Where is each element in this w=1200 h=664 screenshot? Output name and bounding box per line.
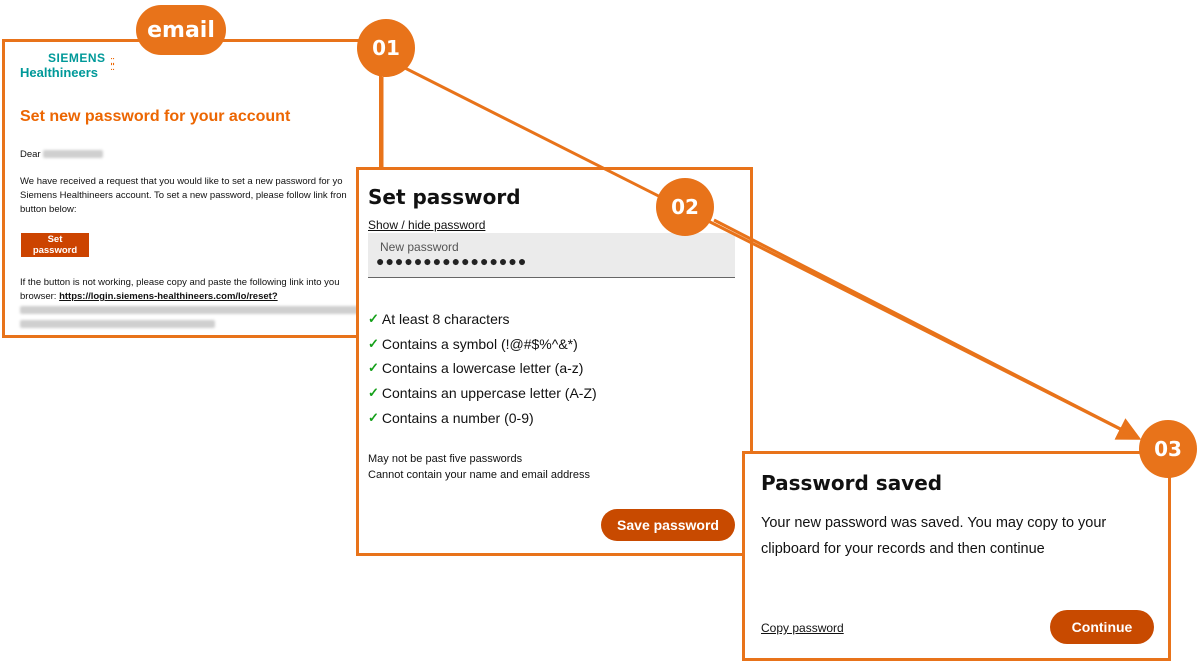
logo-healthineers-text: Healthineers (20, 65, 99, 80)
note-name-email: Cannot contain your name and email addre… (368, 469, 590, 481)
set-password-title: Set password (368, 185, 521, 209)
password-saved-title: Password saved (761, 471, 943, 495)
redacted-link-line1 (20, 304, 360, 318)
redacted-name (43, 150, 104, 159)
email-body-line3: button below: (20, 204, 77, 215)
check-icon: ✓ (368, 409, 379, 425)
password-saved-panel: Password saved Your new password was sav… (742, 451, 1171, 661)
greeting-text: Dear (20, 149, 41, 160)
new-password-value[interactable]: ●●●●●●●●●●●●●●●● (376, 253, 527, 269)
logo-siemens-text: SIEMENS (48, 51, 106, 65)
check-icon: ✓ (368, 335, 379, 351)
logo-dots-icon: :::: (110, 55, 115, 73)
continue-button[interactable]: Continue (1050, 610, 1154, 644)
check-icon: ✓ (368, 311, 379, 327)
email-link-line: browser: https://login.siemens-healthine… (20, 290, 278, 304)
new-password-field[interactable]: New password ●●●●●●●●●●●●●●●● (368, 233, 735, 278)
password-rules: ✓ At least 8 characters ✓ Contains a symbo… (368, 307, 597, 430)
email-title: Set new password for your account (20, 108, 291, 125)
email-tag: email (136, 5, 226, 55)
email-set-password-button[interactable]: Set password (21, 233, 89, 257)
redacted-link-line2 (20, 318, 215, 332)
rule-item: ✓ Contains a number (0-9) (368, 409, 534, 426)
step-badge-03: 03 (1139, 420, 1197, 478)
email-link-intro: If the button is not working, please cop… (20, 277, 340, 288)
check-icon: ✓ (368, 360, 379, 376)
email-body-line2: Siemens Healthineers account. To set a n… (20, 190, 347, 201)
note-past-passwords: May not be past five passwords (368, 453, 523, 465)
check-icon: ✓ (368, 385, 379, 401)
step-badge-02: 02 (656, 178, 714, 236)
email-greeting: Dear (20, 148, 104, 162)
rule-item: ✓ Contains a symbol (!@#$%^&*) (368, 335, 578, 352)
new-password-label: New password (380, 240, 459, 254)
reset-link[interactable]: https://login.siemens-healthineers.com/l… (59, 291, 278, 302)
step-badge-01: 01 (357, 19, 415, 77)
copy-password-link[interactable]: Copy password (761, 621, 844, 635)
browser-label: browser: (20, 291, 57, 302)
rule-item: ✓ At least 8 characters (368, 311, 510, 328)
email-body-line1: We have received a request that you woul… (20, 176, 343, 187)
password-notes: May not be past five passwords Cannot co… (368, 451, 590, 483)
rule-item: ✓ Contains a lowercase letter (a-z) (368, 360, 584, 377)
arrow-step2-step3 (713, 218, 1139, 440)
show-hide-password-link[interactable]: Show / hide password (368, 218, 485, 232)
password-saved-message: Your new password was saved. You may cop… (761, 515, 1107, 557)
rule-item: ✓ Contains an uppercase letter (A-Z) (368, 385, 597, 402)
save-password-button[interactable]: Save password (601, 509, 735, 541)
email-panel: SIEMENS Healthineers :::: Set new passwo… (2, 39, 382, 338)
